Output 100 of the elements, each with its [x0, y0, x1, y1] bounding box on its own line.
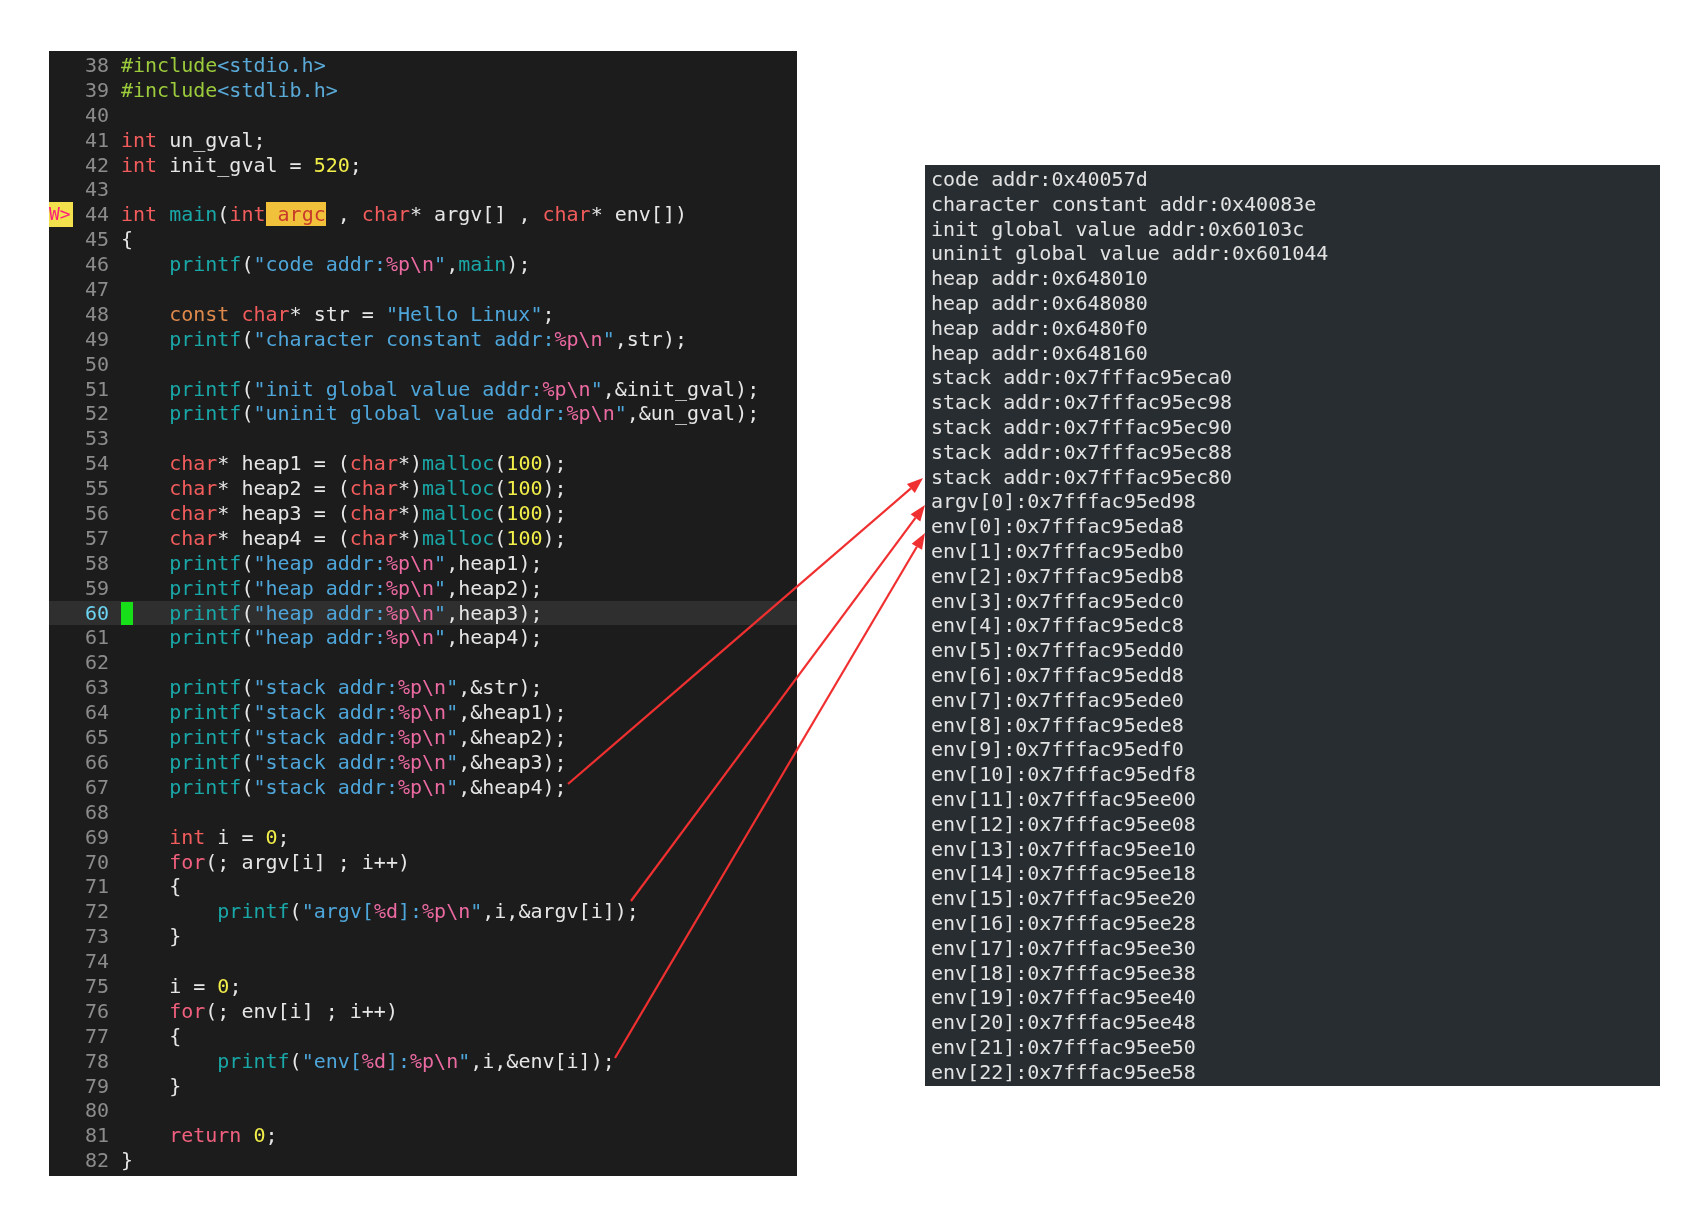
- output-line: character constant addr:0x40083e: [931, 191, 1317, 217]
- output-line: stack addr:0x7fffac95eca0: [931, 365, 1233, 391]
- line-number: 77: [83, 1023, 109, 1049]
- output-line: env[15]:0x7fffac95ee20: [931, 886, 1196, 911]
- code-line: printf("stack addr:%p\n",&heap1);: [168, 700, 567, 726]
- code-line: }: [121, 1148, 134, 1174]
- line-number: 41: [83, 127, 109, 153]
- line-number: 64: [83, 700, 109, 726]
- code-line: printf("heap addr:%p\n",heap1);: [168, 550, 543, 576]
- line-number: 66: [83, 749, 109, 775]
- output-line: env[10]:0x7fffac95edf8: [931, 762, 1196, 787]
- output-line: env[0]:0x7fffac95eda8: [931, 514, 1184, 539]
- line-number: 68: [83, 799, 109, 825]
- output-line: heap addr:0x6480f0: [931, 315, 1148, 341]
- line-number: 63: [83, 675, 109, 701]
- line-number: 45: [83, 227, 109, 253]
- line-number: 81: [83, 1123, 109, 1149]
- line-number: 73: [83, 924, 109, 950]
- output-line: stack addr:0x7fffac95ec88: [931, 439, 1233, 465]
- line-number: 70: [83, 849, 109, 875]
- code-line: printf("env[%d]:%p\n",i,&env[i]);: [216, 1048, 615, 1074]
- output-line: argv[0]:0x7fffac95ed98: [931, 489, 1196, 515]
- code-line: }: [168, 1073, 182, 1099]
- output-line: env[2]:0x7fffac95edb8: [931, 563, 1184, 589]
- line-number: 71: [83, 874, 109, 900]
- code-line: printf("stack addr:%p\n",&heap2);: [168, 725, 567, 750]
- line-number: 59: [83, 575, 109, 601]
- code-line: char* heap4 = (char*)malloc(100);: [168, 525, 567, 551]
- code-line: char* heap2 = (char*)malloc(100);: [168, 476, 567, 502]
- code-line: {: [121, 227, 134, 253]
- code-line: printf("argv[%d]:%p\n",i,&argv[i]);: [216, 899, 639, 925]
- output-line: stack addr:0x7fffac95ec98: [931, 390, 1233, 415]
- output-line: env[11]:0x7fffac95ee00: [931, 786, 1196, 812]
- line-number: 62: [83, 650, 109, 676]
- line-number: 38: [83, 53, 109, 78]
- line-number: 53: [83, 426, 109, 452]
- output-line: heap addr:0x648010: [931, 266, 1148, 291]
- output-line: env[3]:0x7fffac95edc0: [931, 588, 1184, 614]
- code-line: int main(int argc , char* argv[] , char* env[]): [121, 202, 687, 228]
- line-number: 65: [83, 725, 109, 750]
- line-number: 44: [83, 202, 109, 228]
- line-number: 79: [83, 1073, 109, 1099]
- line-number: 47: [83, 277, 109, 302]
- output-line: env[20]:0x7fffac95ee48: [931, 1010, 1196, 1035]
- code-line: int i = 0;: [168, 824, 290, 850]
- code-line: printf("uninit global value addr:%p\n",&un_gval);: [168, 401, 760, 427]
- line-number: 50: [83, 351, 109, 377]
- code-line: printf("init global value addr:%p\n",&init_gval);: [168, 376, 760, 402]
- line-number: 52: [83, 401, 109, 427]
- output-line: env[17]:0x7fffac95ee30: [931, 935, 1196, 961]
- code-line: printf("heap addr:%p\n",heap3);: [168, 600, 543, 626]
- code-line: #include<stdlib.h>: [121, 77, 338, 103]
- line-number: 75: [83, 973, 109, 999]
- output-line: code addr:0x40057d: [931, 167, 1148, 192]
- output-line: env[13]:0x7fffac95ee10: [931, 836, 1196, 862]
- line-number: 80: [83, 1098, 109, 1124]
- output-line: env[1]:0x7fffac95edb0: [931, 538, 1184, 564]
- output-line: heap addr:0x648080: [931, 291, 1148, 316]
- line-number: 60: [83, 600, 109, 626]
- line-number: 72: [83, 899, 109, 925]
- output-line: env[12]:0x7fffac95ee08: [931, 811, 1196, 837]
- line-number: 57: [83, 525, 109, 551]
- line-number: 42: [83, 152, 109, 178]
- line-number: 78: [83, 1048, 109, 1074]
- output-line: env[7]:0x7fffac95ede0: [931, 687, 1184, 713]
- output-line: env[4]:0x7fffac95edc8: [931, 613, 1184, 639]
- line-number: 48: [83, 301, 109, 327]
- output-line: env[21]:0x7fffac95ee50: [931, 1034, 1196, 1060]
- code-line: {: [168, 874, 182, 900]
- line-number: 40: [83, 102, 109, 128]
- output-line: stack addr:0x7fffac95ec90: [931, 414, 1233, 440]
- output-line: env[22]:0x7fffac95ee58: [931, 1059, 1196, 1085]
- line-number: 51: [83, 376, 109, 402]
- output-line: env[6]:0x7fffac95edd8: [931, 662, 1184, 688]
- code-line: int init_gval = 520;: [121, 152, 362, 178]
- code-line: const char* str = "Hello Linux";: [168, 301, 555, 327]
- line-number: 54: [83, 451, 109, 477]
- code-line: }: [168, 924, 182, 950]
- output-line: env[5]:0x7fffac95edd0: [931, 638, 1184, 663]
- line-number: 55: [83, 476, 109, 502]
- code-line: return 0;: [168, 1123, 278, 1149]
- code-line: printf("stack addr:%p\n",&str);: [168, 675, 543, 701]
- code-line: printf("heap addr:%p\n",heap4);: [168, 625, 543, 651]
- code-line: i = 0;: [168, 973, 242, 999]
- output-line: env[9]:0x7fffac95edf0: [931, 737, 1184, 763]
- code-line: for(; argv[i] ; i++): [168, 849, 410, 875]
- output-line: init global value addr:0x60103c: [931, 216, 1305, 242]
- line-number: 76: [83, 998, 109, 1024]
- output-line: uninit global value addr:0x601044: [931, 241, 1329, 267]
- code-line: printf("character constant addr:%p\n",str);: [168, 326, 687, 352]
- code-line: char* heap1 = (char*)malloc(100);: [168, 451, 567, 477]
- line-number: 43: [83, 177, 109, 203]
- code-line: #include<stdio.h>: [121, 53, 326, 78]
- code-line: printf("stack addr:%p\n",&heap3);: [168, 749, 567, 775]
- output-line: heap addr:0x648160: [931, 340, 1148, 366]
- warning-sign: W>: [49, 202, 73, 228]
- line-number: 39: [83, 77, 109, 103]
- output-line: env[19]:0x7fffac95ee40: [931, 985, 1196, 1011]
- breakpoint-marker: [121, 601, 133, 625]
- code-line: char* heap3 = (char*)malloc(100);: [168, 501, 567, 526]
